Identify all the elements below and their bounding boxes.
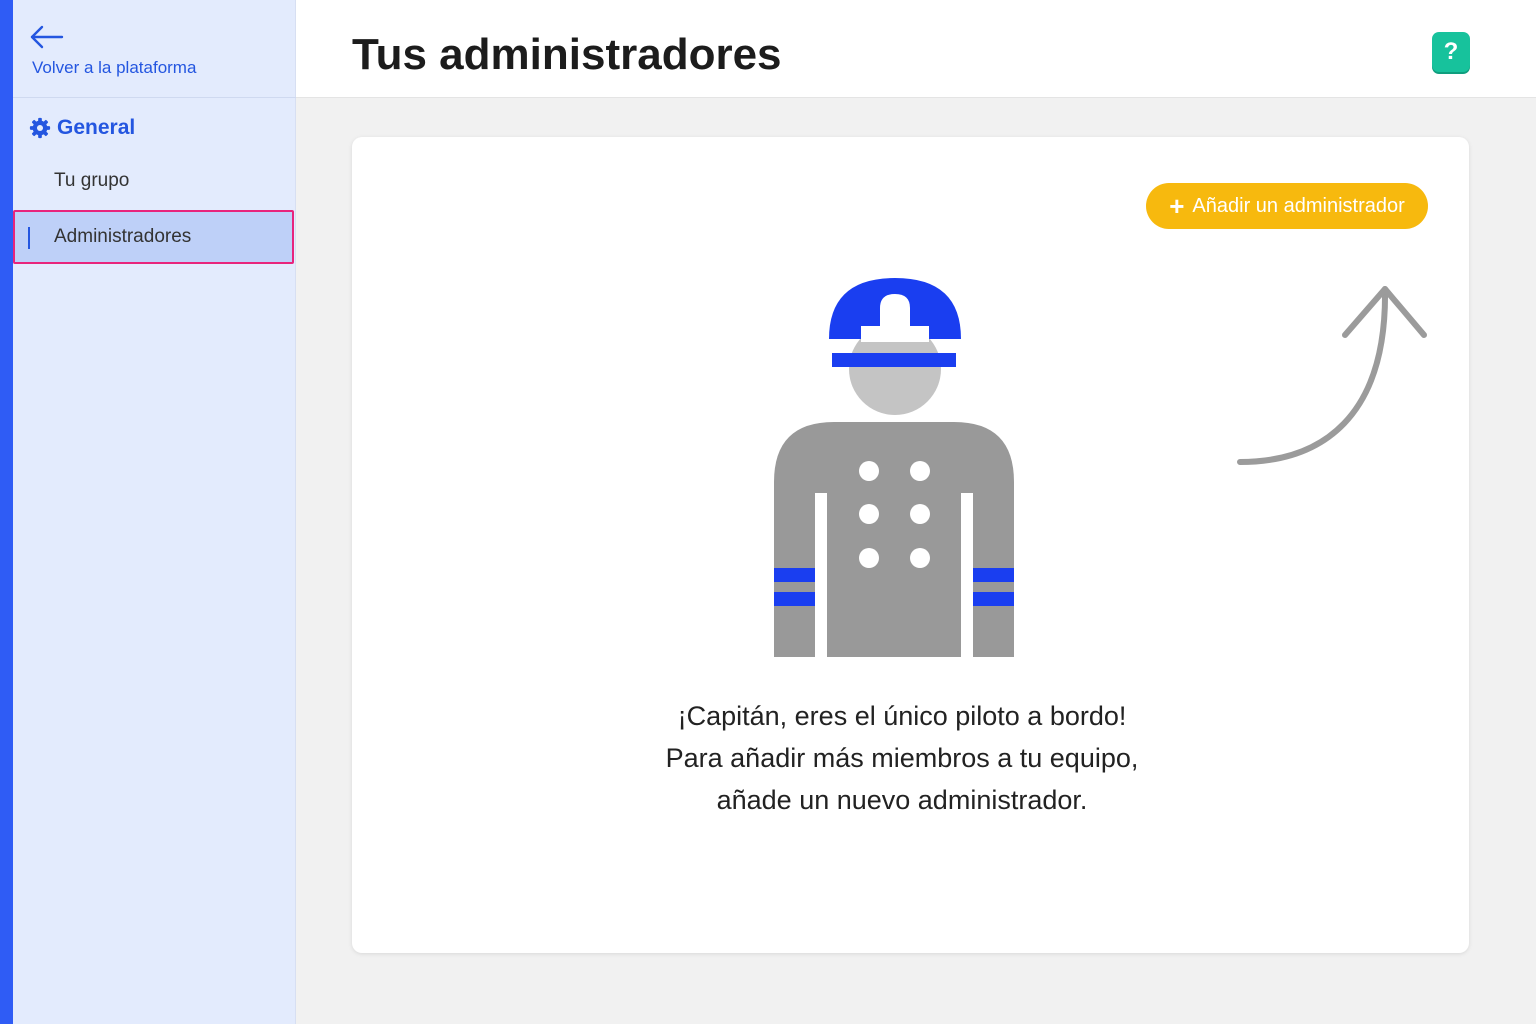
back-link-label[interactable]: Volver a la plataforma [32,58,196,78]
gear-icon [29,117,51,139]
sidebar-item-tu-grupo[interactable]: Tu grupo [13,154,294,208]
sidebar-item-administradores[interactable]: Administradores [13,210,294,264]
page-header: Tus administradores ? [296,0,1536,98]
captain-illustration-icon [774,278,1014,657]
arrow-left-icon[interactable] [29,24,65,50]
active-indicator [28,227,30,249]
plus-icon: + [1169,191,1185,221]
add-admin-button[interactable]: + Añadir un administrador [1146,183,1428,229]
sidebar-item-label: Administradores [54,226,192,247]
sidebar-edge-strip [0,0,13,1024]
back-to-platform[interactable]: Volver a la plataforma [13,0,296,98]
message-line: añade un nuevo administrador. [716,785,1088,815]
message-line: Para añadir más miembros a tu equipo, [665,743,1139,773]
page-title: Tus administradores [352,30,782,79]
section-title-label: General [57,116,136,139]
help-button[interactable]: ? [1432,32,1470,72]
sidebar: Volver a la plataforma General Tu grupo … [13,0,296,1024]
section-title-general: General [29,116,135,140]
help-icon: ? [1443,38,1459,65]
admins-card: + Añadir un administrador ¡Capitán, eres [352,137,1469,953]
add-admin-button-label: Añadir un administrador [1192,194,1405,217]
empty-state-message: ¡Capitán, eres el único piloto a bordo! … [602,695,1202,821]
sidebar-item-label: Tu grupo [54,170,130,191]
message-line: ¡Capitán, eres el único piloto a bordo! [677,701,1127,731]
curved-arrow-icon [1237,286,1427,465]
